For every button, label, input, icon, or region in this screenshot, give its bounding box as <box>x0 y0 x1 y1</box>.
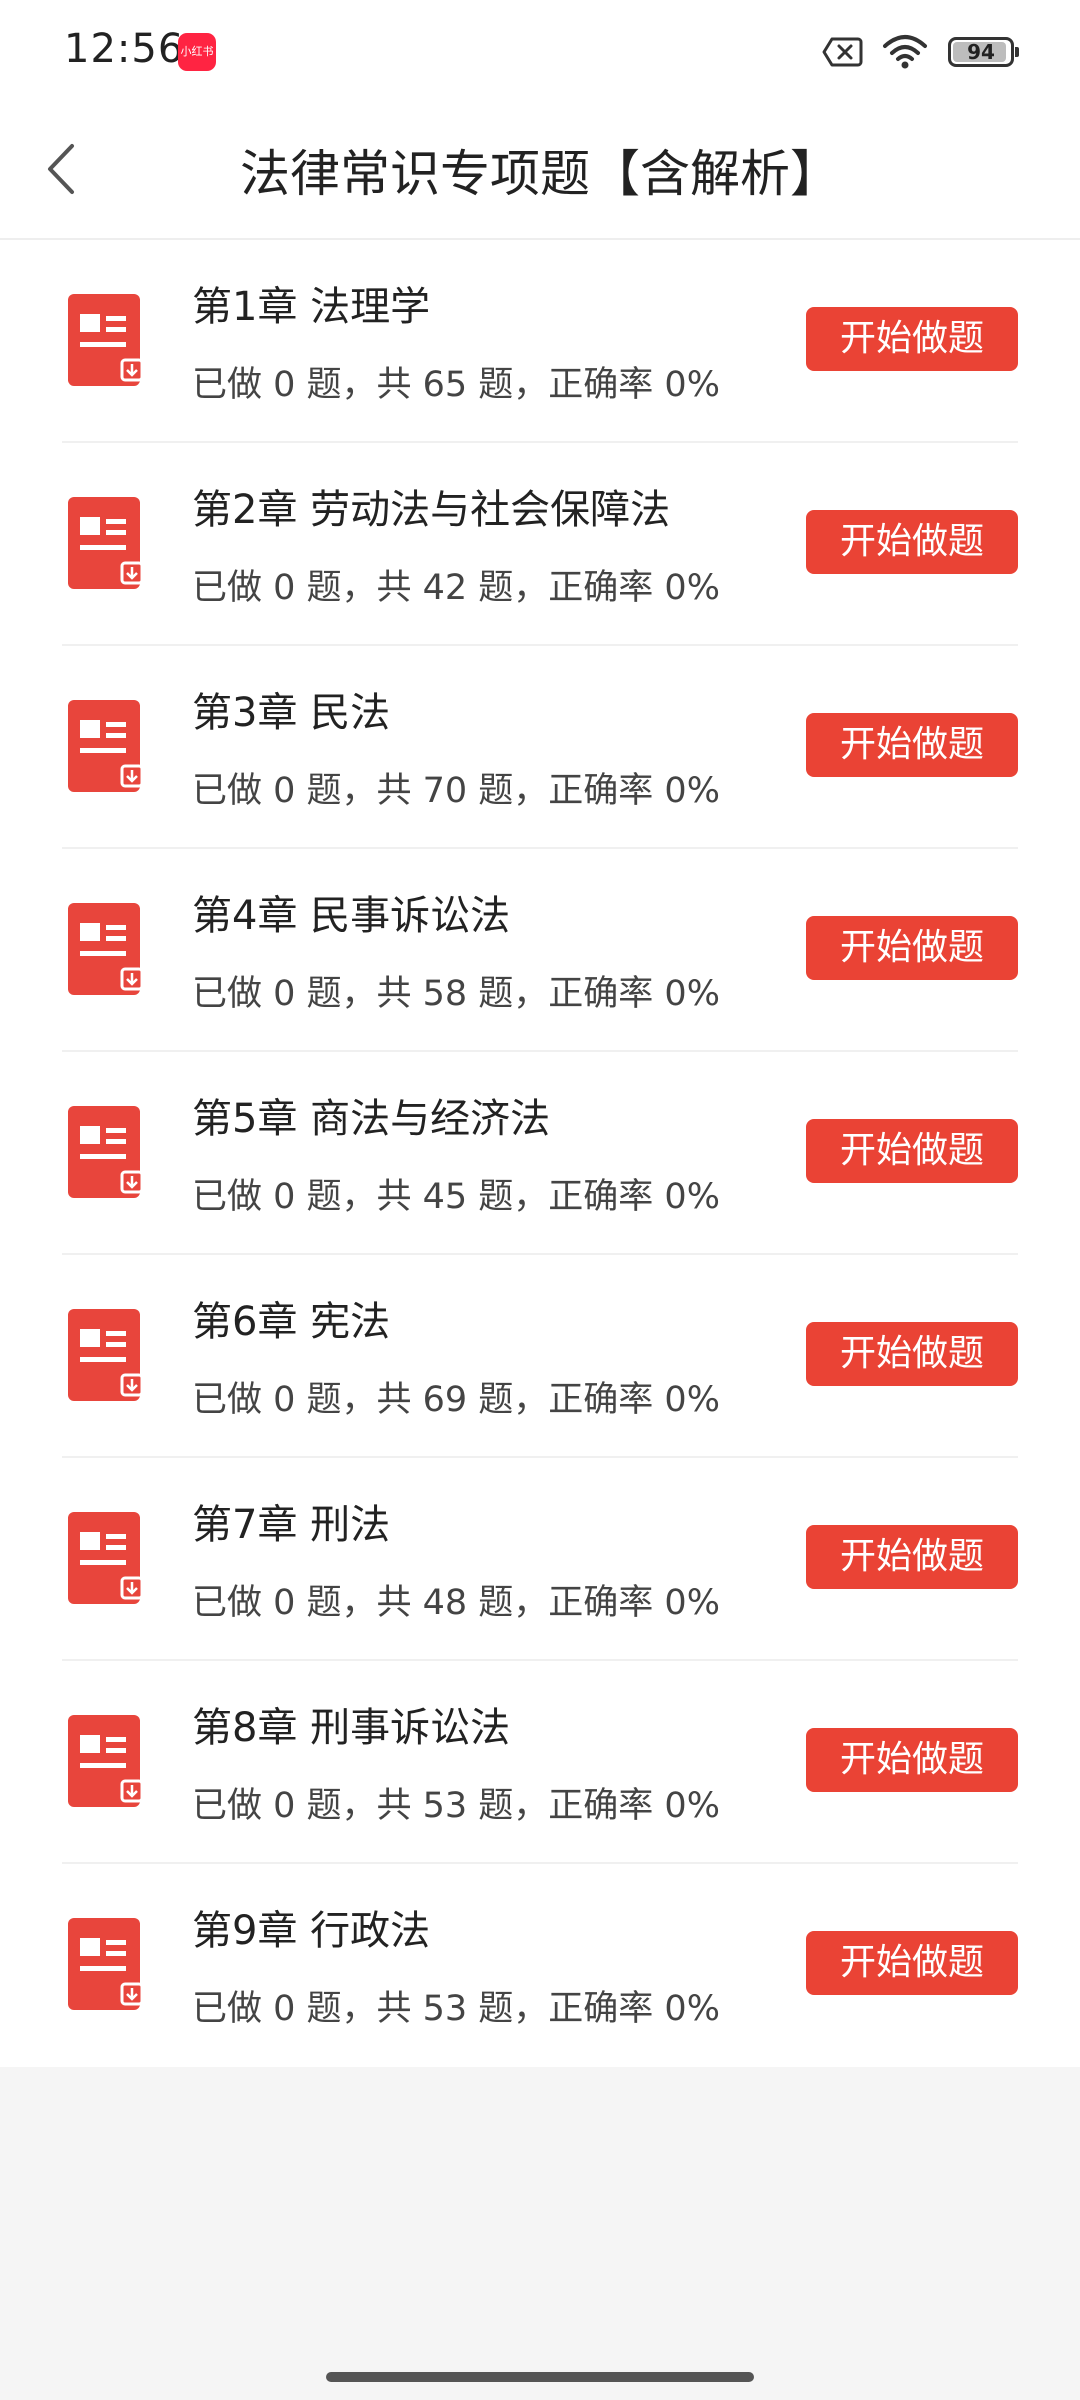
chapter-row-2[interactable]: 第2章 劳动法与社会保障法 已做 0 题，共 42 题，正确率 0% 开始做题 <box>0 443 1080 646</box>
chapter-list: 第1章 法理学 已做 0 题，共 65 题，正确率 0% 开始做题 第2章 劳动… <box>0 240 1080 2067</box>
status-bar: 12:56 小红书 94 <box>0 0 1080 100</box>
chapter-row-5[interactable]: 第5章 商法与经济法 已做 0 题，共 45 题，正确率 0% 开始做题 <box>0 1052 1080 1255</box>
chapter-title: 第6章 宪法 <box>192 1299 391 1345</box>
page-title: 法律常识专项题【含解析】 <box>240 145 840 203</box>
exercise-book-icon <box>68 903 144 995</box>
start-practice-button[interactable]: 开始做题 <box>806 1728 1018 1792</box>
battery-percent: 94 <box>967 40 995 64</box>
exercise-book-icon <box>68 1309 144 1401</box>
chapter-title: 第1章 法理学 <box>192 284 431 330</box>
exercise-book-icon <box>68 294 144 386</box>
chapter-title: 第9章 行政法 <box>192 1908 431 1954</box>
battery-icon: 94 <box>948 37 1019 67</box>
chapter-row-3[interactable]: 第3章 民法 已做 0 题，共 70 题，正确率 0% 开始做题 <box>0 646 1080 849</box>
exercise-book-icon <box>68 497 144 589</box>
chapter-stats: 已做 0 题，共 42 题，正确率 0% <box>192 568 720 608</box>
start-practice-button[interactable]: 开始做题 <box>806 510 1018 574</box>
chapter-title: 第3章 民法 <box>192 690 391 736</box>
start-practice-button[interactable]: 开始做题 <box>806 1119 1018 1183</box>
chapter-row-8[interactable]: 第8章 刑事诉讼法 已做 0 题，共 53 题，正确率 0% 开始做题 <box>0 1661 1080 1864</box>
start-practice-button[interactable]: 开始做题 <box>806 1525 1018 1589</box>
start-practice-button[interactable]: 开始做题 <box>806 307 1018 371</box>
chapter-row-6[interactable]: 第6章 宪法 已做 0 题，共 69 题，正确率 0% 开始做题 <box>0 1255 1080 1458</box>
start-practice-button[interactable]: 开始做题 <box>806 916 1018 980</box>
chapter-stats: 已做 0 题，共 58 题，正确率 0% <box>192 974 720 1014</box>
start-practice-button[interactable]: 开始做题 <box>806 1322 1018 1386</box>
header: 法律常识专项题【含解析】 <box>0 100 1080 240</box>
exercise-book-icon <box>68 1715 144 1807</box>
chapter-title: 第5章 商法与经济法 <box>192 1096 551 1142</box>
chapter-title: 第7章 刑法 <box>192 1502 391 1548</box>
chapter-row-7[interactable]: 第7章 刑法 已做 0 题，共 48 题，正确率 0% 开始做题 <box>0 1458 1080 1661</box>
chevron-left-icon[interactable] <box>36 136 96 202</box>
wifi-icon <box>883 35 927 69</box>
chapter-stats: 已做 0 题，共 70 题，正确率 0% <box>192 771 720 811</box>
chapter-row-9[interactable]: 第9章 行政法 已做 0 题，共 53 题，正确率 0% 开始做题 <box>0 1864 1080 2067</box>
home-indicator[interactable] <box>326 2372 754 2382</box>
status-icons: 94 <box>804 30 1019 74</box>
chapter-row-4[interactable]: 第4章 民事诉讼法 已做 0 题，共 58 题，正确率 0% 开始做题 <box>0 849 1080 1052</box>
start-practice-button[interactable]: 开始做题 <box>806 713 1018 777</box>
chapter-stats: 已做 0 题，共 53 题，正确率 0% <box>192 1989 720 2029</box>
notification-off-icon <box>822 37 863 67</box>
chapter-row-1[interactable]: 第1章 法理学 已做 0 题，共 65 题，正确率 0% 开始做题 <box>0 240 1080 443</box>
chapter-stats: 已做 0 题，共 53 题，正确率 0% <box>192 1786 720 1826</box>
chapter-title: 第8章 刑事诉讼法 <box>192 1705 511 1751</box>
chapter-stats: 已做 0 题，共 69 题，正确率 0% <box>192 1380 720 1420</box>
status-time: 12:56 <box>64 26 185 72</box>
chapter-stats: 已做 0 题，共 65 题，正确率 0% <box>192 365 720 405</box>
chapter-stats: 已做 0 题，共 48 题，正确率 0% <box>192 1583 720 1623</box>
app-notification-icon: 小红书 <box>178 33 216 71</box>
chapter-title: 第2章 劳动法与社会保障法 <box>192 487 671 533</box>
battery-nub <box>1015 47 1019 57</box>
exercise-book-icon <box>68 700 144 792</box>
start-practice-button[interactable]: 开始做题 <box>806 1931 1018 1995</box>
chapter-title: 第4章 民事诉讼法 <box>192 893 511 939</box>
exercise-book-icon <box>68 1512 144 1604</box>
exercise-book-icon <box>68 1918 144 2010</box>
chapter-stats: 已做 0 题，共 45 题，正确率 0% <box>192 1177 720 1217</box>
exercise-book-icon <box>68 1106 144 1198</box>
